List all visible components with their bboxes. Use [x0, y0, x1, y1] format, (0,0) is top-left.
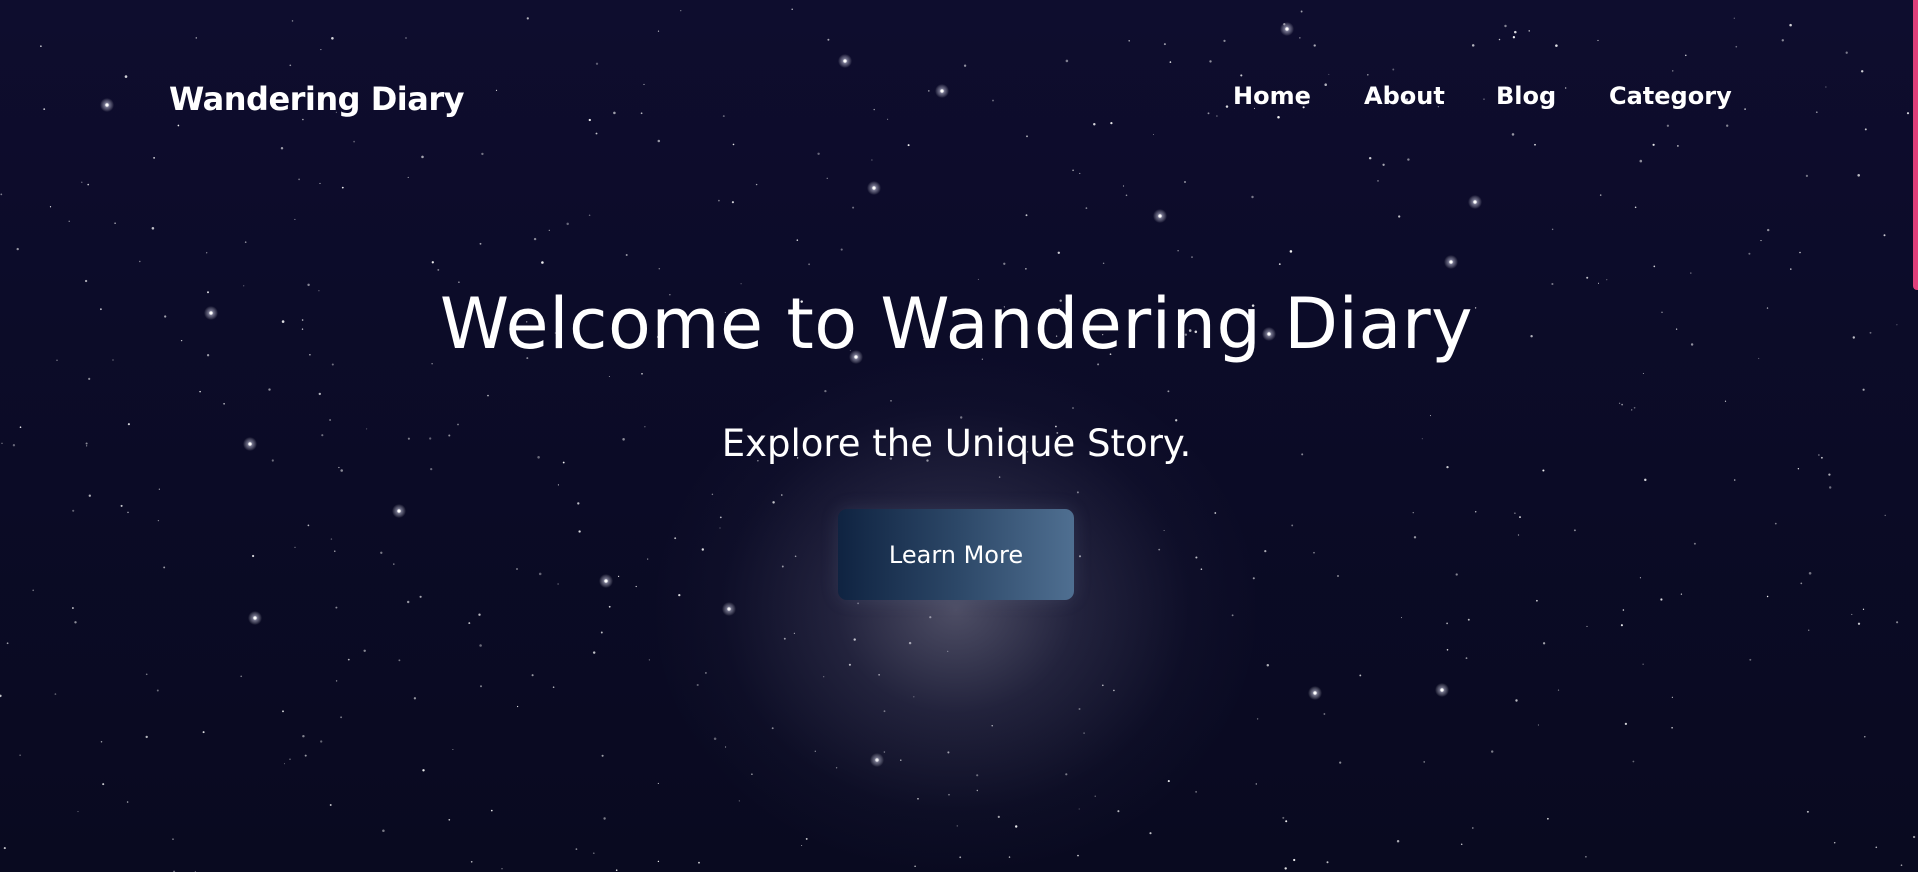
page: Wandering Diary Home About Blog Category…: [0, 0, 1918, 872]
learn-more-button[interactable]: Learn More: [838, 509, 1074, 600]
hero-title: Welcome to Wandering Diary: [439, 283, 1474, 365]
hero-section: Welcome to Wandering Diary Explore the U…: [0, 0, 1918, 872]
hero-subtitle: Explore the Unique Story.: [721, 422, 1192, 465]
scrollbar-thumb[interactable]: [1913, 0, 1918, 290]
